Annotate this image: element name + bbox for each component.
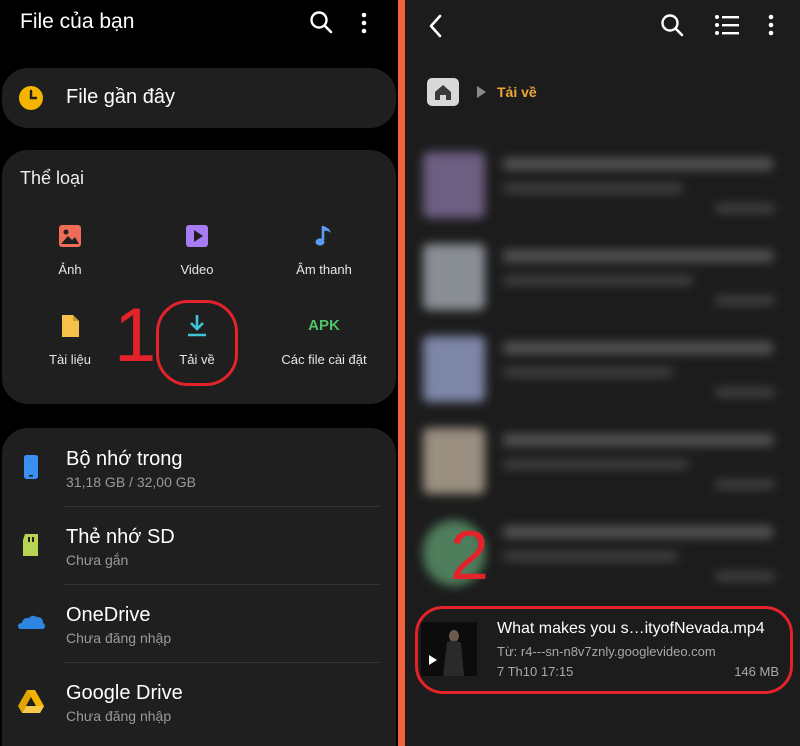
onedrive-icon xyxy=(18,615,45,629)
back-arrow-icon[interactable] xyxy=(425,12,447,40)
google-drive-icon xyxy=(18,690,44,713)
app-header: File của bạn xyxy=(0,0,398,48)
clock-icon xyxy=(19,86,43,110)
list-view-icon[interactable] xyxy=(713,12,741,38)
breadcrumb-arrow-icon xyxy=(477,86,486,98)
document-icon xyxy=(62,315,79,337)
list-item[interactable] xyxy=(415,148,795,228)
recent-files-label: File gần đây xyxy=(66,86,175,108)
search-icon[interactable] xyxy=(659,12,685,38)
storage-detail: Chưa đăng nhập xyxy=(66,630,172,646)
category-video[interactable]: Video xyxy=(137,222,257,277)
storage-name: OneDrive xyxy=(66,604,151,626)
category-label: Ảnh xyxy=(58,262,82,277)
panel-separator xyxy=(398,0,405,746)
home-icon[interactable] xyxy=(427,78,459,106)
category-apk[interactable]: APK Các file cài đặt xyxy=(264,312,384,367)
sd-card-icon xyxy=(23,534,38,556)
storage-detail: Chưa đăng nhập xyxy=(66,708,172,724)
more-vertical-icon[interactable] xyxy=(761,12,781,38)
page-title: File của bạn xyxy=(20,10,135,33)
category-label: Âm thanh xyxy=(296,262,352,277)
image-icon xyxy=(59,225,81,247)
search-icon[interactable] xyxy=(308,9,334,35)
list-item[interactable] xyxy=(415,332,795,412)
storage-sd-card[interactable]: Thẻ nhớ SD Chưa gắn xyxy=(2,506,396,584)
video-icon xyxy=(186,225,208,247)
phone-icon xyxy=(24,455,38,479)
more-vertical-icon[interactable] xyxy=(354,10,374,36)
category-label: Tài liệu xyxy=(49,352,91,367)
list-item[interactable] xyxy=(415,424,795,504)
storage-onedrive[interactable]: OneDrive Chưa đăng nhập xyxy=(2,584,396,662)
recent-files-button[interactable]: File gần đây xyxy=(2,68,396,128)
storage-detail: Chưa gắn xyxy=(66,552,129,568)
apk-icon: APK xyxy=(308,317,340,334)
storage-internal[interactable]: Bộ nhớ trong 31,18 GB / 32,00 GB xyxy=(2,428,396,506)
file-manager-home: File của bạn File gần đây Thể loại Ảnh V… xyxy=(0,0,398,746)
storage-name: Google Drive xyxy=(66,682,183,704)
category-label: Video xyxy=(180,262,214,277)
category-audio[interactable]: Âm thanh xyxy=(264,222,384,277)
list-item[interactable] xyxy=(415,240,795,320)
storage-name: Thẻ nhớ SD xyxy=(66,526,175,548)
storage-card: Bộ nhớ trong 31,18 GB / 32,00 GB Thẻ nhớ… xyxy=(2,428,396,746)
storage-google-drive[interactable]: Google Drive Chưa đăng nhập xyxy=(2,662,396,740)
annotation-circle xyxy=(156,300,238,386)
category-documents[interactable]: Tài liệu xyxy=(10,312,130,367)
breadcrumb-current[interactable]: Tải về xyxy=(497,84,537,100)
storage-name: Bộ nhớ trong xyxy=(66,448,183,470)
annotation-step-1: 1 xyxy=(114,293,157,378)
music-note-icon xyxy=(315,226,331,246)
annotation-highlight xyxy=(415,606,793,694)
category-label: Các file cài đặt xyxy=(281,352,367,367)
categories-title: Thể loại xyxy=(20,168,85,188)
storage-detail: 31,18 GB / 32,00 GB xyxy=(66,474,196,490)
category-images[interactable]: Ảnh xyxy=(10,222,130,277)
annotation-step-2: 2 xyxy=(450,516,489,594)
